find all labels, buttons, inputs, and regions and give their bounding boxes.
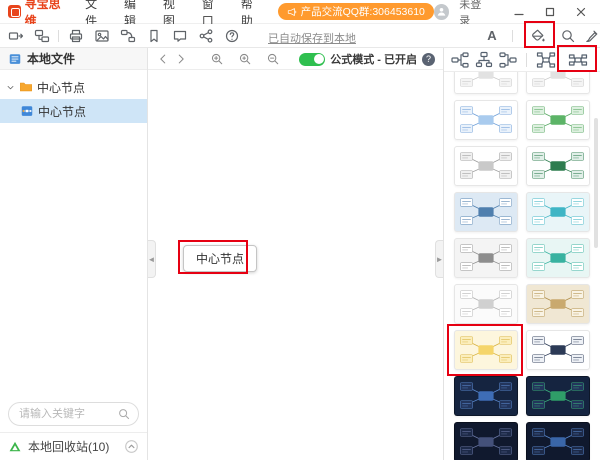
theme-thumbnail-silver[interactable] <box>454 238 518 278</box>
insert-subtopic-icon[interactable] <box>34 28 50 44</box>
share-icon[interactable] <box>198 28 214 44</box>
insert-topic-icon[interactable] <box>8 28 24 44</box>
central-topic-node[interactable]: 中心节点 <box>183 245 257 272</box>
megaphone-icon <box>287 7 297 17</box>
file-tree: 中心节点 中心节点 <box>0 70 147 396</box>
qq-group-badge[interactable]: 产品交流QQ群:306453610 <box>278 3 434 20</box>
relationship-icon[interactable] <box>120 28 136 44</box>
image-icon[interactable] <box>94 28 110 44</box>
mindmap-file-icon <box>20 104 34 118</box>
app-logo-icon <box>8 5 21 18</box>
tree-item-folder[interactable]: 中心节点 <box>0 75 147 99</box>
toolbar-divider <box>58 30 59 42</box>
zoom-out-icon[interactable] <box>266 52 280 66</box>
layout-mindmap-icon[interactable] <box>536 50 556 70</box>
font-button[interactable]: A <box>484 28 500 44</box>
format-brush-icon[interactable] <box>584 28 600 44</box>
qq-group-text: 产品交流QQ群:306453610 <box>301 4 425 19</box>
theme-grid[interactable] <box>444 72 600 460</box>
theme-thumbnail-dark-blue[interactable] <box>454 376 518 416</box>
user-icon <box>436 6 447 17</box>
right-panel <box>443 48 600 460</box>
theme-thumbnail-beige[interactable] <box>526 284 590 324</box>
chevron-right-icon[interactable] <box>174 52 188 66</box>
theme-thumbnail-yellow[interactable] <box>454 330 518 370</box>
help-icon[interactable] <box>224 28 240 44</box>
tab-theme-icon[interactable] <box>568 50 588 70</box>
scrollbar-thumb[interactable] <box>594 118 598 248</box>
app-window: 寻宝思维 文件 编辑 视图 窗口 帮助 产品交流QQ群:306453610 未登… <box>0 0 600 460</box>
recycle-bin-icon <box>8 440 22 454</box>
local-files-icon <box>8 52 22 66</box>
paint-bucket-icon[interactable] <box>530 28 546 44</box>
theme-thumbnail-mint[interactable] <box>526 238 590 278</box>
theme-thumbnail-teal-x[interactable] <box>526 192 590 232</box>
print-icon[interactable] <box>68 28 84 44</box>
theme-thumbnail-navy-on-white[interactable] <box>526 330 590 370</box>
theme-thumbnail-dark-green-night[interactable] <box>526 376 590 416</box>
canvas-area[interactable]: 中心节点 <box>148 70 443 460</box>
toolbar-divider <box>512 30 513 42</box>
toolbar: 已自动保存到本地 A <box>0 24 600 48</box>
collapse-chevron-icon[interactable] <box>124 439 139 454</box>
maximize-button[interactable] <box>540 3 561 21</box>
question-badge-icon[interactable]: ? <box>422 53 435 66</box>
sidebar-header: 本地文件 <box>0 48 147 70</box>
avatar[interactable] <box>434 4 449 20</box>
sidebar-search <box>0 396 147 432</box>
minimize-button[interactable] <box>509 3 530 21</box>
tree-item-file-selected[interactable]: 中心节点 <box>0 99 147 123</box>
canvas-topbar: 公式模式 - 已开启 ? <box>148 48 443 70</box>
formula-mode-toggle[interactable] <box>299 53 325 66</box>
search-icon[interactable] <box>560 28 576 44</box>
tree-item-label: 中心节点 <box>37 79 85 96</box>
sidebar-collapse-handle[interactable]: ◄ <box>148 240 156 278</box>
toggle-knob <box>314 54 324 64</box>
zoom-in-icon[interactable] <box>210 52 224 66</box>
theme-thumbnail-steel-blue[interactable] <box>454 192 518 232</box>
theme-thumbnail-dark-green[interactable] <box>526 146 590 186</box>
tree-item-label: 中心节点 <box>38 103 86 120</box>
recycle-bin-row[interactable]: 本地回收站(10) <box>0 432 147 460</box>
theme-thumbnail-green[interactable] <box>526 100 590 140</box>
panel-tabbar <box>444 48 600 72</box>
layout-org-chart-icon[interactable] <box>474 50 494 70</box>
folder-icon <box>19 80 33 94</box>
search-icon[interactable] <box>117 407 131 421</box>
autosave-status[interactable]: 已自动保存到本地 <box>268 30 356 46</box>
chevron-left-icon[interactable] <box>156 52 170 66</box>
tag-icon[interactable] <box>146 28 162 44</box>
theme-thumbnail-plain[interactable] <box>454 284 518 324</box>
zoom-fit-icon[interactable] <box>238 52 252 66</box>
tabbar-divider <box>526 53 527 67</box>
theme-thumbnail-blue[interactable] <box>454 100 518 140</box>
theme-thumbnail-gray[interactable] <box>454 146 518 186</box>
layout-tree-right-icon[interactable] <box>498 50 518 70</box>
theme-thumbnail-night-b[interactable] <box>526 422 590 460</box>
canvas[interactable]: 公式模式 - 已开启 ? 中心节点 ◄ ► <box>148 48 443 460</box>
close-button[interactable] <box>571 3 592 21</box>
theme-thumbnail-light-gray-a[interactable] <box>454 72 518 94</box>
theme-thumbnail-night-a[interactable] <box>454 422 518 460</box>
recycle-bin-label: 本地回收站(10) <box>28 438 109 455</box>
comment-icon[interactable] <box>172 28 188 44</box>
layout-logic-left-icon[interactable] <box>450 50 470 70</box>
rightpanel-collapse-handle[interactable]: ► <box>435 240 443 278</box>
sidebar-title: 本地文件 <box>27 50 75 67</box>
main-content: 本地文件 中心节点 中心节点 本地回收站(10) <box>0 48 600 460</box>
chevron-down-icon <box>6 83 15 92</box>
titlebar: 寻宝思维 文件 编辑 视图 窗口 帮助 产品交流QQ群:306453610 未登… <box>0 0 600 24</box>
formula-mode-cluster: 公式模式 - 已开启 ? <box>299 48 435 70</box>
theme-thumbnail-light-gray-b[interactable] <box>526 72 590 94</box>
formula-mode-label: 公式模式 - 已开启 <box>330 51 417 67</box>
sidebar: 本地文件 中心节点 中心节点 本地回收站(10) <box>0 48 148 460</box>
